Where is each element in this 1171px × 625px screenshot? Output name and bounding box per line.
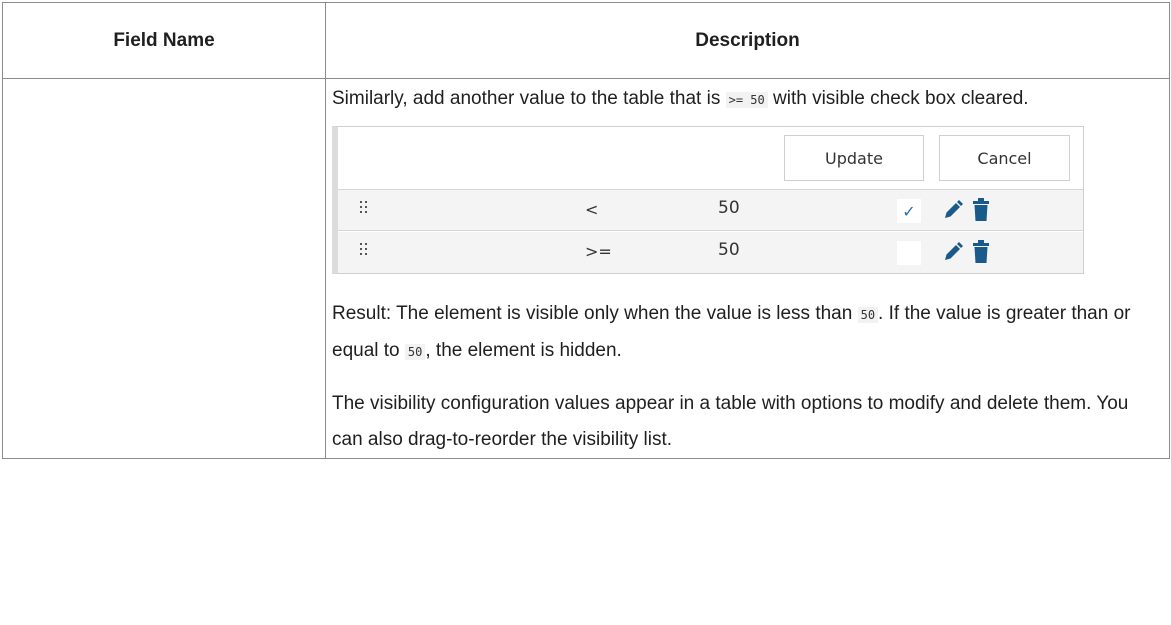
text-span: Similarly, add another value to the tabl… [332,88,726,109]
update-button[interactable]: Update [784,135,924,181]
drag-handle-icon[interactable] [360,201,370,217]
visibility-config-screenshot: Update Cancel < 50 ✓ >= 50 [332,126,1084,274]
visibility-row: < 50 ✓ [338,190,1083,231]
visible-checkbox[interactable]: ✓ [897,199,921,223]
field-name-header: Field Name [2,2,326,79]
field-name-cell [2,78,326,459]
pencil-icon[interactable] [942,199,964,221]
table-header-row: Field Name Description [2,2,1170,79]
inline-code: >= 50 [725,92,768,108]
trash-icon[interactable] [972,198,990,222]
widget-toolbar: Update Cancel [338,127,1083,190]
field-description-table: Field Name Description Similarly, add an… [2,2,1170,459]
threshold-value: 50 [718,240,740,260]
text-span: with visible check box cleared. [767,88,1029,109]
visible-checkbox[interactable] [897,241,921,265]
operator-value: >= [585,242,612,261]
pencil-icon[interactable] [942,241,964,263]
result-paragraph: Result: The element is visible only when… [332,296,1163,370]
inline-code: 50 [404,344,426,360]
description-header: Description [325,2,1170,79]
cancel-button[interactable]: Cancel [939,135,1070,181]
summary-paragraph: The visibility configuration values appe… [332,393,1129,450]
text-span: Result: The element is visible only when… [332,303,858,324]
instruction-paragraph: Similarly, add another value to the tabl… [332,81,1163,118]
text-span: , the element is hidden. [425,340,622,361]
table-row: Similarly, add another value to the tabl… [2,78,1170,459]
inline-code: 50 [857,307,879,323]
drag-handle-icon[interactable] [360,243,370,259]
visibility-row: >= 50 [338,232,1083,273]
threshold-value: 50 [718,198,740,218]
trash-icon[interactable] [972,240,990,264]
description-cell: Similarly, add another value to the tabl… [325,78,1170,459]
operator-value: < [585,200,599,219]
